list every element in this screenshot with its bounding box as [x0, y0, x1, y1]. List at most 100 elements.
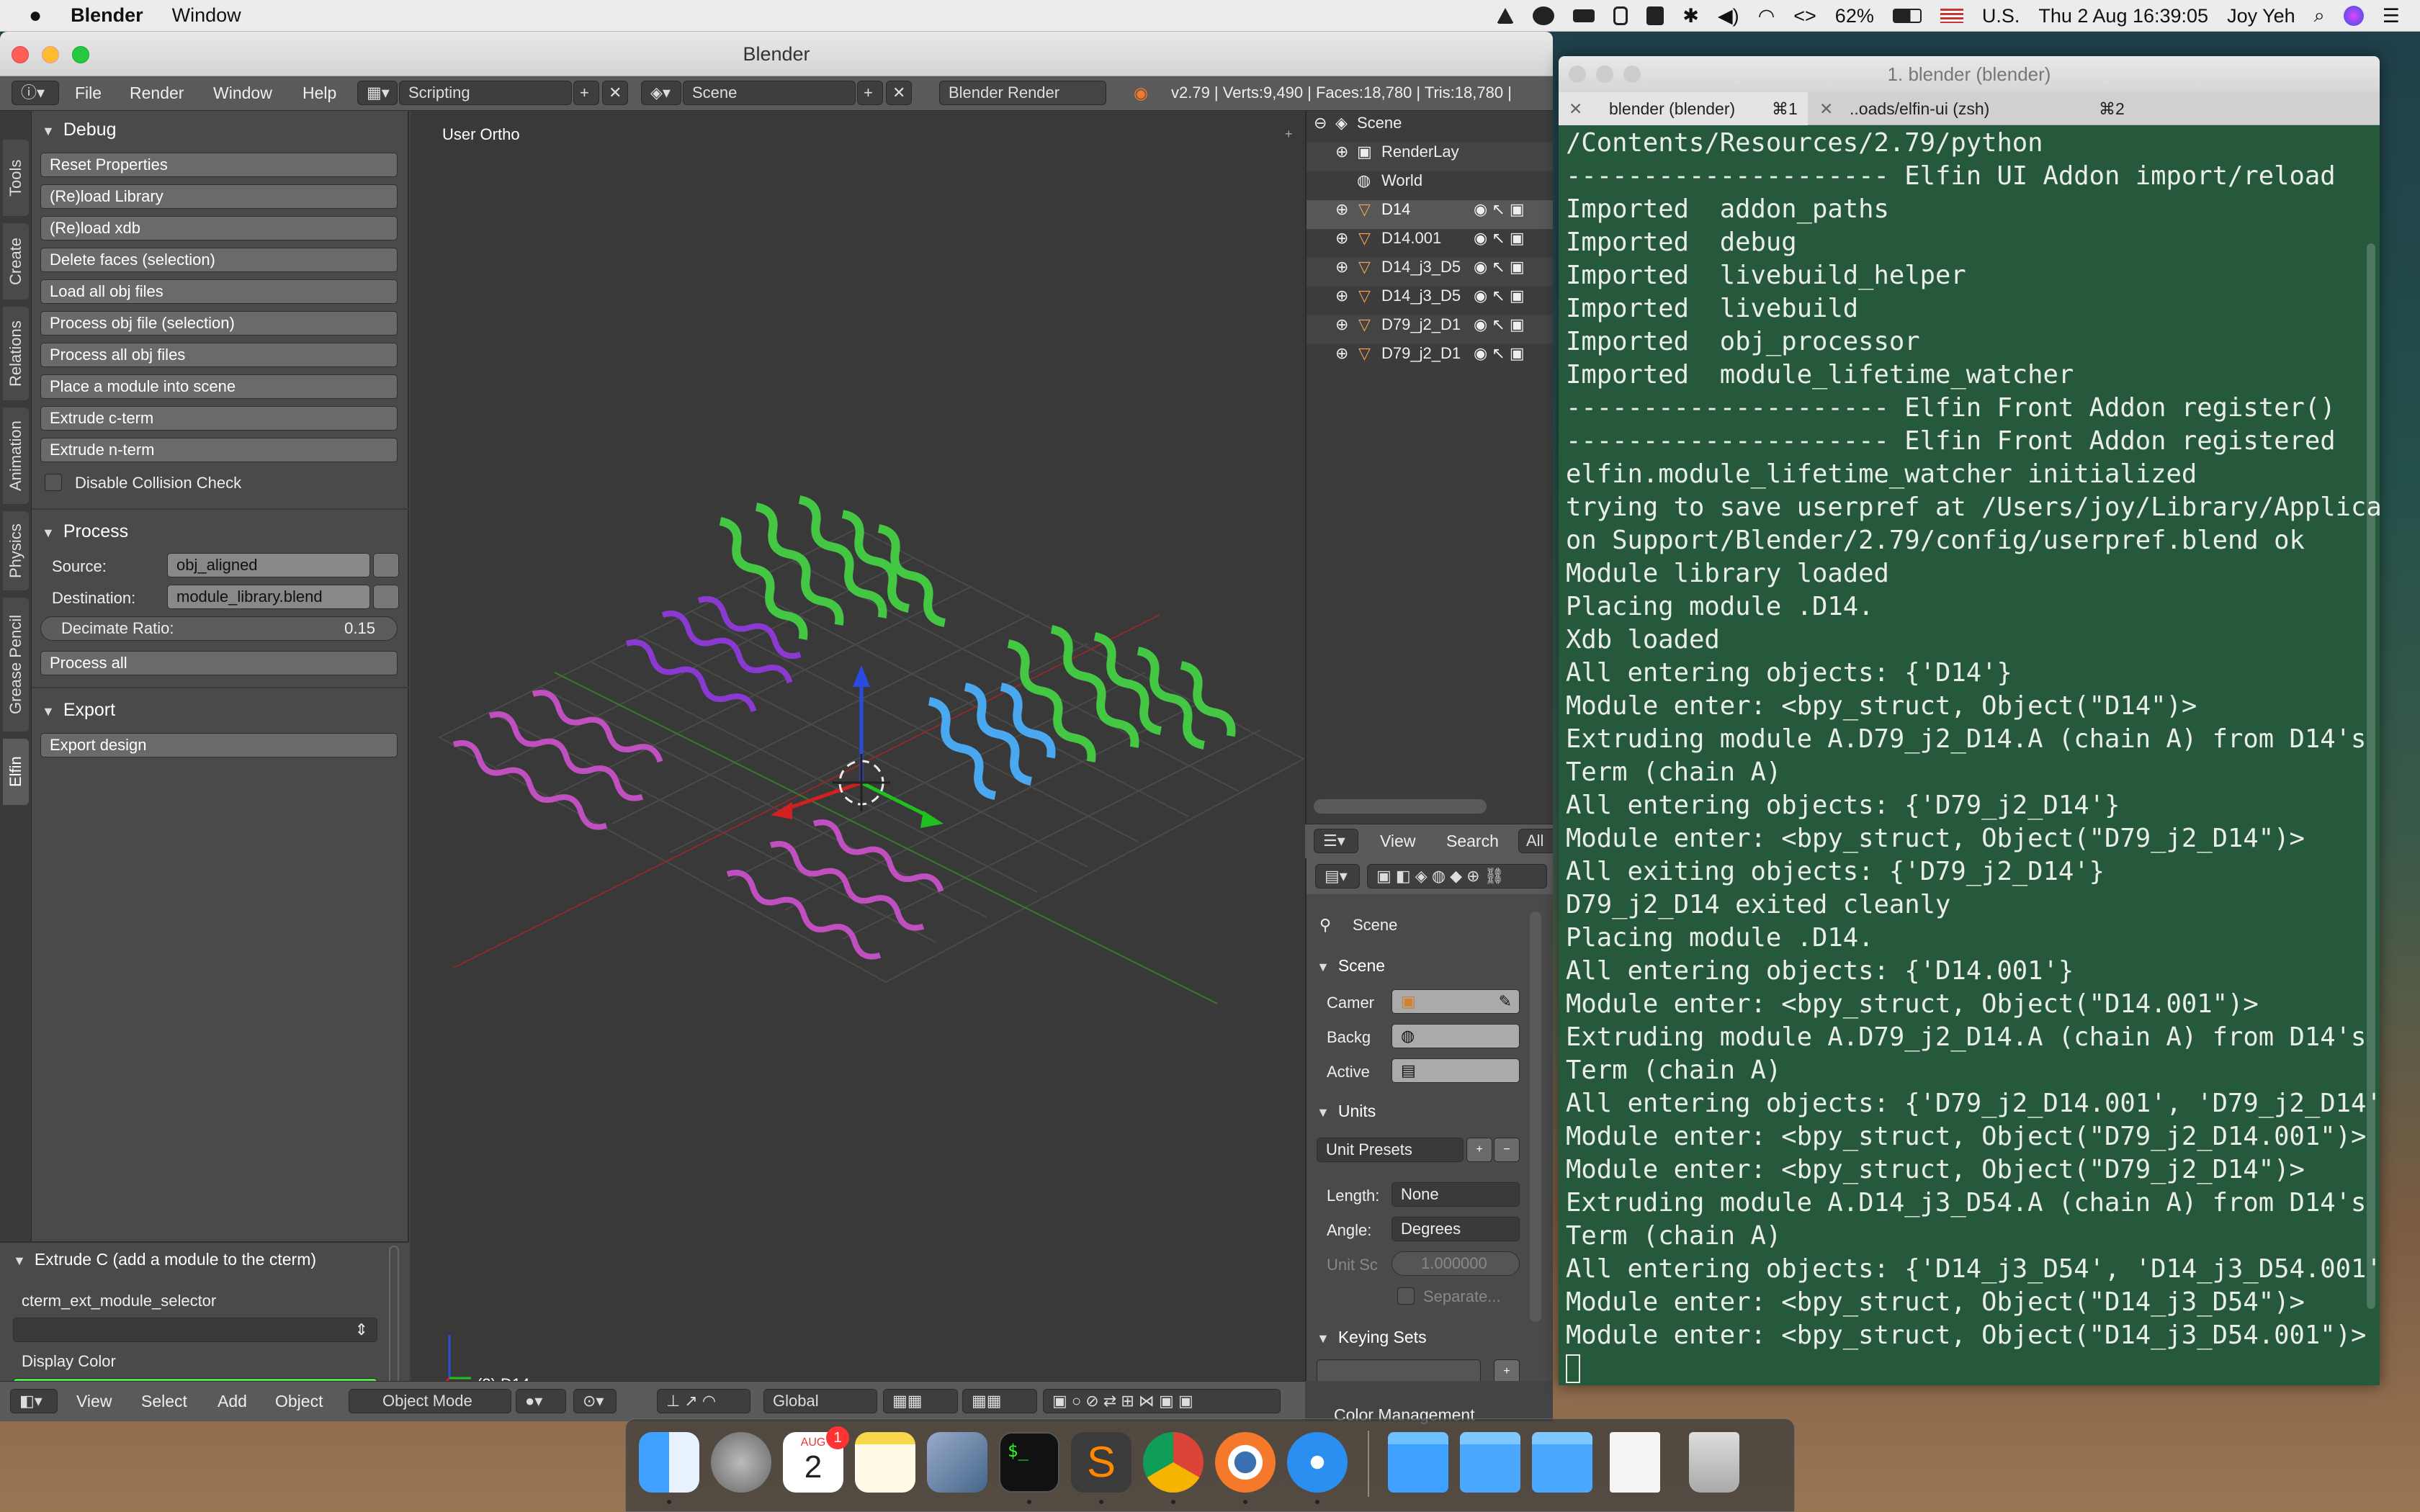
tab-relations[interactable]: Relations [3, 307, 29, 400]
tab-create[interactable]: Create [3, 223, 29, 300]
length-select[interactable]: None [1392, 1182, 1520, 1207]
user-name[interactable]: Joy Yeh [2227, 5, 2295, 27]
tab-physics[interactable]: Physics [3, 511, 29, 590]
expand-icon[interactable]: ⊕ [1335, 258, 1348, 276]
spotlight-icon[interactable]: ⌕ [2314, 4, 2325, 27]
destination-browse-icon[interactable] [373, 585, 399, 609]
notification-center-icon[interactable]: ☰ [2383, 5, 2400, 27]
source-field[interactable]: obj_aligned [167, 553, 370, 577]
editor-type-info-icon[interactable]: ⓘ▾ [12, 81, 59, 105]
minimize-window-button[interactable] [42, 46, 59, 63]
outliner-row-scene[interactable]: ⊖ ◈ Scene [1307, 114, 1553, 143]
terminal-output[interactable]: /Contents/Resources/2.79/python ---------… [1559, 125, 2380, 1385]
app-menu-blender[interactable]: Blender [71, 4, 143, 27]
chrome-icon[interactable] [1143, 1432, 1204, 1493]
outliner-row-d14-j3-d54[interactable]: ⊕ ▽ D14_j3_D5 ◉ ↖ ▣ [1307, 258, 1553, 287]
bluetooth-icon[interactable]: ✱ [1682, 5, 1699, 27]
outliner-display-select[interactable]: All [1518, 829, 1553, 853]
extrude-nterm-button[interactable]: Extrude n-term [40, 438, 398, 462]
wifi-icon[interactable]: ◠ [1758, 5, 1775, 27]
footer-menu-view[interactable]: View [76, 1392, 112, 1411]
context-tabs[interactable]: ▣ ◧ ◈ ◍ ◆ ⊕ ⛓ [1367, 864, 1547, 888]
properties-scrollbar[interactable] [1530, 912, 1541, 1322]
terminal-scrollbar[interactable] [2367, 243, 2375, 1309]
editor-type-properties-icon[interactable]: ▤▾ [1315, 864, 1360, 888]
place-module-button[interactable]: Place a module into scene [40, 374, 398, 399]
location-icon[interactable] [1497, 8, 1515, 24]
outliner-row-d79-j2-d14[interactable]: ⊕ ▽ D79_j2_D1 ◉ ↖ ▣ [1307, 315, 1553, 344]
footer-menu-add[interactable]: Add [218, 1392, 247, 1411]
angle-select[interactable]: Degrees [1392, 1217, 1520, 1241]
volume-icon[interactable]: ◀) [1718, 5, 1739, 27]
decimate-ratio-slider[interactable]: Decimate Ratio: 0.15 [40, 616, 398, 641]
terminal-icon[interactable]: $_ [999, 1432, 1059, 1493]
phone-icon[interactable] [1613, 6, 1628, 25]
render-engine-select[interactable]: Blender Render [939, 81, 1106, 105]
footer-menu-object[interactable]: Object [275, 1392, 323, 1411]
eyedropper-icon[interactable]: ✎ [1499, 990, 1512, 1013]
destination-field[interactable]: module_library.blend [167, 585, 370, 609]
tab-elfin[interactable]: Elfin [3, 739, 29, 805]
reload-xdb-button[interactable]: (Re)load xdb [40, 216, 398, 240]
scene-panel-header[interactable]: ▼ Scene [1317, 956, 1385, 976]
scene-select[interactable]: Scene [683, 81, 856, 105]
menu-help[interactable]: Help [302, 84, 336, 103]
outliner-menu-search[interactable]: Search [1446, 832, 1499, 851]
clock[interactable]: Thu 2 Aug 16:39:05 [2038, 5, 2208, 27]
expand-icon[interactable]: ⊕ [1335, 315, 1348, 334]
trash-icon[interactable] [1689, 1432, 1739, 1493]
visibility-eye-icon[interactable]: ◉ ↖ ▣ [1474, 258, 1525, 276]
terminal-tab-1[interactable]: ✕ blender (blender) ⌘1 [1559, 92, 1808, 125]
menu-file[interactable]: File [75, 84, 102, 103]
apple-icon[interactable]: ● [29, 4, 42, 28]
background-field[interactable]: ◍ [1392, 1024, 1520, 1048]
close-tab-icon[interactable]: ✕ [1819, 92, 1833, 125]
add-screen-button[interactable]: + [573, 81, 599, 105]
load-all-obj-button[interactable]: Load all obj files [40, 279, 398, 304]
add-preset-button[interactable]: + [1466, 1138, 1492, 1162]
debug-panel-header[interactable]: ▼ Debug [42, 120, 117, 140]
operator-panel-header[interactable]: ▼ Extrude C (add a module to the cterm) [13, 1250, 316, 1269]
manipulator-toggle[interactable]: ⊥ ↗ ◠ [657, 1389, 750, 1413]
menu-window[interactable]: Window [213, 84, 272, 103]
terminal-close-button[interactable] [1569, 66, 1586, 83]
tab-animation[interactable]: Animation [3, 408, 29, 504]
app-status-icon[interactable] [1533, 6, 1555, 25]
visibility-eye-icon[interactable]: ◉ ↖ ▣ [1474, 344, 1525, 363]
outliner-row-renderlayers[interactable]: ⊕ ▣ RenderLay [1307, 143, 1553, 171]
unit-scale-field[interactable]: 1.000000 [1392, 1251, 1520, 1276]
screen-layout-icon[interactable]: ▦▾ [357, 81, 398, 105]
blender-icon[interactable] [1215, 1432, 1276, 1493]
export-panel-header[interactable]: ▼ Export [42, 700, 115, 721]
process-obj-selection-button[interactable]: Process obj file (selection) [40, 311, 398, 336]
remove-scene-button[interactable]: ✕ [886, 81, 912, 105]
transform-orientation-select[interactable]: Global [763, 1389, 877, 1413]
tab-grease-pencil[interactable]: Grease Pencil [3, 598, 29, 732]
briefcase-icon[interactable] [1646, 6, 1664, 25]
reset-properties-button[interactable]: Reset Properties [40, 153, 398, 177]
home-folder-icon[interactable] [1532, 1432, 1592, 1493]
scene-icon[interactable]: ◈▾ [641, 81, 681, 105]
input-source[interactable]: U.S. [1982, 5, 2020, 27]
outliner-h-scrollbar[interactable] [1314, 799, 1487, 814]
menu-window[interactable]: Window [172, 4, 241, 27]
expand-icon[interactable]: ⊕ [1335, 287, 1348, 305]
code-icon[interactable]: <> [1793, 5, 1816, 27]
outliner-row-world[interactable]: ◍ World [1307, 171, 1553, 200]
process-all-button[interactable]: Process all [40, 651, 398, 675]
editor-type-outliner-icon[interactable]: ☰▾ [1314, 829, 1358, 853]
viewport-shading-select[interactable]: ●▾ [516, 1389, 566, 1413]
pin-icon[interactable]: ⚲ [1319, 916, 1331, 935]
expand-icon[interactable]: ⊖ [1314, 114, 1327, 132]
keying-sets-panel-header[interactable]: ▼ Keying Sets [1317, 1328, 1427, 1347]
object-mode-select[interactable]: Object Mode [349, 1389, 511, 1413]
memory-icon[interactable] [1573, 9, 1595, 22]
tab-tools[interactable]: Tools [3, 140, 29, 216]
keying-sets-list[interactable] [1317, 1359, 1481, 1381]
outliner-row-d14-j3-d54-001[interactable]: ⊕ ▽ D14_j3_D5 ◉ ↖ ▣ [1307, 287, 1553, 315]
outliner-row-d14[interactable]: ⊕ ▽ D14 ◉ ↖ ▣ [1307, 200, 1553, 229]
terminal-tab-2[interactable]: ✕ ..oads/elfin-ui (zsh) ⌘2 [1809, 92, 2126, 125]
remove-screen-button[interactable]: ✕ [602, 81, 628, 105]
notes-icon[interactable] [855, 1432, 915, 1493]
visibility-eye-icon[interactable]: ◉ ↖ ▣ [1474, 200, 1525, 219]
